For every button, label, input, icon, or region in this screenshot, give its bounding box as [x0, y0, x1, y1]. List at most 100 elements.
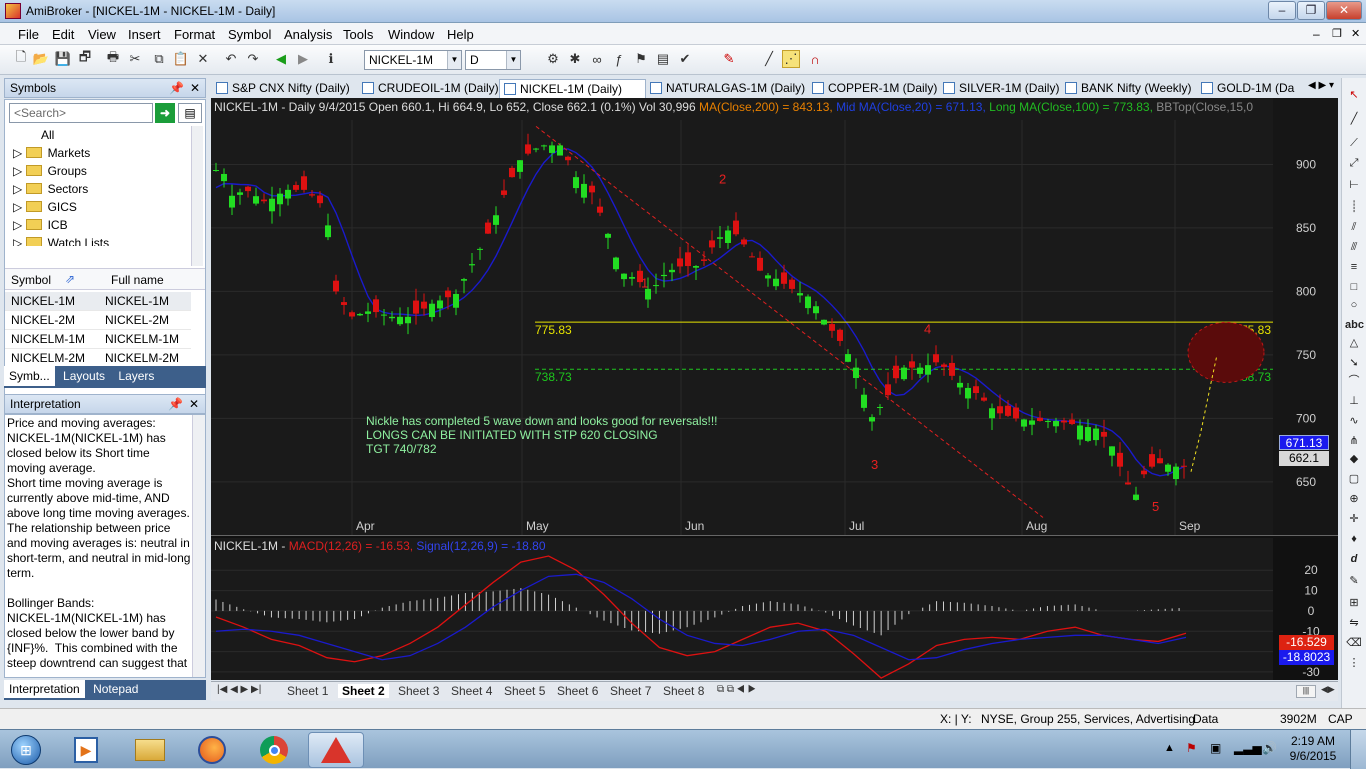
more-tools-icon[interactable]: ⋮: [1345, 654, 1363, 672]
firefox-icon[interactable]: [184, 732, 240, 768]
pin-icon[interactable]: 📌: [168, 395, 183, 413]
gann-icon[interactable]: ⊥: [1345, 392, 1363, 410]
tab-gold[interactable]: GOLD-1M (Da: [1197, 79, 1317, 98]
close-panel-icon[interactable]: ✕: [190, 79, 200, 97]
sheet-tab-4[interactable]: Sheet 4: [451, 684, 492, 698]
draw-line-icon[interactable]: ╱: [760, 50, 778, 68]
menu-analysis[interactable]: Analysis: [284, 27, 332, 42]
hscroll-thumb[interactable]: |||: [1296, 685, 1316, 698]
list-item[interactable]: NICKELM-1M NICKELM-1M: [5, 330, 191, 349]
tab-naturalgas[interactable]: NATURALGAS-1M (Daily): [646, 79, 805, 98]
mdi-close-icon[interactable]: ✕: [1351, 27, 1360, 40]
tab-crudeoil[interactable]: CRUDEOIL-1M (Daily): [358, 79, 499, 98]
paste-icon[interactable]: 📋: [172, 50, 190, 68]
ray-tool-icon[interactable]: ⟋: [1345, 134, 1363, 152]
menu-format[interactable]: Format: [174, 27, 215, 42]
forward-icon[interactable]: ▶: [294, 50, 312, 68]
back-icon[interactable]: ◀: [272, 50, 290, 68]
ellipse-icon[interactable]: ○: [1345, 296, 1363, 314]
d-tool-icon[interactable]: d: [1345, 550, 1363, 568]
print-icon[interactable]: 🖶: [104, 49, 122, 68]
copy-icon[interactable]: ⧉: [150, 50, 168, 68]
go-button[interactable]: ➜: [155, 103, 175, 123]
tab-nifty[interactable]: S&P CNX Nifty (Daily): [212, 79, 350, 98]
start-button[interactable]: ⊞: [2, 732, 50, 768]
backtest-icon[interactable]: ⚑: [632, 50, 650, 68]
delete-icon[interactable]: ✕: [194, 50, 212, 68]
list-item[interactable]: NICKEL-2M NICKEL-2M: [5, 311, 191, 330]
tab-layouts[interactable]: Layouts: [58, 366, 110, 386]
draw-dotted-line-icon[interactable]: ⋰: [782, 50, 800, 68]
extended-line-icon[interactable]: ⤢: [1345, 154, 1363, 172]
scan-icon[interactable]: ✱: [566, 50, 584, 68]
symbol-marker-icon[interactable]: ♦: [1345, 530, 1363, 548]
pen-color-icon[interactable]: ✎: [720, 50, 738, 68]
cut-icon[interactable]: ✂: [126, 50, 144, 68]
pattern-icon[interactable]: ⚙: [544, 50, 562, 68]
tab-notepad[interactable]: Notepad: [88, 680, 143, 698]
explore-icon[interactable]: ∞: [588, 50, 606, 68]
sheet-tab-5[interactable]: Sheet 5: [504, 684, 545, 698]
hscroll-arrows-icon[interactable]: ◀▶: [1321, 684, 1335, 695]
report-icon[interactable]: ▤: [654, 50, 672, 68]
pointer-icon[interactable]: ↖: [1345, 86, 1363, 104]
symbol-combo[interactable]: NICKEL-1M ▼: [364, 50, 462, 70]
formula-icon[interactable]: ƒ: [610, 50, 628, 68]
info-icon[interactable]: ℹ: [322, 50, 340, 68]
tree-item-all[interactable]: All: [13, 126, 191, 144]
fibonacci-icon[interactable]: ≡: [1345, 258, 1363, 276]
vertical-line-icon[interactable]: ┊: [1345, 198, 1363, 216]
pin-icon[interactable]: 📌: [169, 79, 184, 97]
zoom-icon[interactable]: ⊕: [1345, 490, 1363, 508]
andrews-pitchfork-icon[interactable]: ⋔: [1345, 432, 1363, 450]
sheet-tab-3[interactable]: Sheet 3: [398, 684, 439, 698]
view-options-icon[interactable]: ▤: [178, 103, 202, 123]
check-icon[interactable]: ✔: [676, 50, 694, 68]
sheet-tab-6[interactable]: Sheet 6: [557, 684, 598, 698]
pencil-icon[interactable]: ✎: [1345, 572, 1363, 590]
cycle-icon[interactable]: ∿: [1345, 412, 1363, 430]
show-hidden-icons[interactable]: ▲: [1164, 742, 1175, 754]
star-icon[interactable]: ◆: [1345, 450, 1363, 468]
erase-icon[interactable]: ⌫: [1345, 634, 1363, 652]
sheet-options-icon[interactable]: ⧉ ⧉ ◀ ▶: [717, 684, 756, 695]
grid-tool-icon[interactable]: ⊞: [1345, 594, 1363, 612]
triangle-icon[interactable]: △: [1345, 334, 1363, 352]
menu-file[interactable]: File: [18, 27, 39, 42]
tab-copper[interactable]: COPPER-1M (Daily): [808, 79, 937, 98]
mirror-icon[interactable]: ⇋: [1345, 614, 1363, 632]
network-warning-icon[interactable]: ⚑: [1186, 741, 1197, 755]
menu-edit[interactable]: Edit: [52, 27, 74, 42]
mdi-minimize-icon[interactable]: –: [1313, 27, 1320, 41]
rectangle-icon[interactable]: □: [1345, 278, 1363, 296]
sheet-nav-icon[interactable]: |◀ ◀ ▶ ▶|: [217, 684, 261, 695]
tab-symbols[interactable]: Symb...: [4, 366, 55, 386]
media-player-icon[interactable]: ▶: [58, 732, 114, 768]
chrome-icon[interactable]: [246, 732, 302, 768]
list-item[interactable]: NICKEL-1M NICKEL-1M: [5, 292, 191, 311]
show-desktop-button[interactable]: [1350, 730, 1366, 769]
tab-layers[interactable]: Layers: [113, 366, 159, 386]
menu-insert[interactable]: Insert: [128, 27, 161, 42]
tab-nickel[interactable]: NICKEL-1M (Daily): [499, 79, 646, 98]
tree-item-watch-lists[interactable]: ▷ Watch Lists: [13, 234, 191, 246]
close-panel-icon[interactable]: ✕: [189, 395, 199, 413]
channel-icon[interactable]: ⫻: [1345, 238, 1363, 256]
crosshair-icon[interactable]: ✛: [1345, 510, 1363, 528]
clock[interactable]: 2:19 AM 9/6/2015: [1288, 734, 1338, 764]
close-window-button[interactable]: ✕: [1326, 1, 1362, 20]
tree-item-icb[interactable]: ▷ ICB: [13, 216, 191, 234]
amibroker-taskbar-icon[interactable]: [308, 732, 364, 768]
action-center-icon[interactable]: ▣: [1210, 741, 1221, 755]
redo-icon[interactable]: ↷: [244, 50, 262, 68]
menu-view[interactable]: View: [88, 27, 116, 42]
mdi-restore-icon[interactable]: ❐: [1332, 27, 1342, 40]
tree-item-sectors[interactable]: ▷ Sectors: [13, 180, 191, 198]
text-tool-icon[interactable]: abc: [1345, 316, 1364, 334]
column-header-full-name[interactable]: Full name: [111, 273, 164, 287]
explorer-icon[interactable]: [122, 732, 178, 768]
parallel-line-icon[interactable]: ⫽: [1345, 218, 1363, 236]
arc-icon[interactable]: ⌒: [1345, 372, 1363, 390]
menu-symbol[interactable]: Symbol: [228, 27, 271, 42]
save-icon[interactable]: 💾: [54, 50, 72, 68]
